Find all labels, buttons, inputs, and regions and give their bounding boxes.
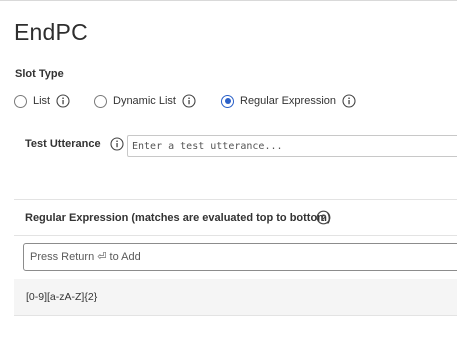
page-title: EndPC — [14, 19, 88, 45]
slot-type-radio-group: List Dynamic List Regular Expression — [14, 93, 356, 109]
svg-text:?: ? — [321, 213, 327, 224]
add-regex-input[interactable] — [23, 243, 457, 271]
dynamic-list-radio-label[interactable]: Dynamic List — [113, 95, 176, 107]
test-utterance-label: Test Utterance — [25, 138, 101, 150]
info-icon[interactable] — [56, 94, 70, 108]
slot-type-editor: EndPC Slot Type List Dynamic List Regula… — [0, 0, 457, 343]
info-icon[interactable] — [110, 137, 124, 151]
regex-list-item[interactable]: [0-9][a-zA-Z]{2} — [14, 279, 457, 316]
info-icon[interactable] — [342, 94, 356, 108]
dynamic-list-radio[interactable] — [94, 94, 107, 108]
regex-section-header: Regular Expression (matches are evaluate… — [25, 212, 331, 224]
list-radio[interactable] — [14, 94, 27, 108]
test-utterance-input[interactable] — [127, 135, 457, 157]
info-icon[interactable] — [182, 94, 196, 108]
regular-expression-radio-label[interactable]: Regular Expression — [240, 95, 336, 107]
list-radio-label[interactable]: List — [33, 95, 50, 107]
question-circle-icon[interactable]: ? — [316, 210, 331, 230]
slot-type-option-list[interactable]: List — [14, 93, 94, 109]
regular-expression-radio[interactable] — [221, 94, 234, 108]
section-divider — [14, 199, 457, 200]
slot-type-label: Slot Type — [15, 68, 64, 80]
slot-type-option-dynamic-list[interactable]: Dynamic List — [94, 93, 221, 109]
slot-type-option-regular-expression[interactable]: Regular Expression — [221, 93, 356, 109]
section-divider — [14, 235, 457, 236]
regex-value: [0-9][a-zA-Z]{2} — [26, 291, 98, 303]
